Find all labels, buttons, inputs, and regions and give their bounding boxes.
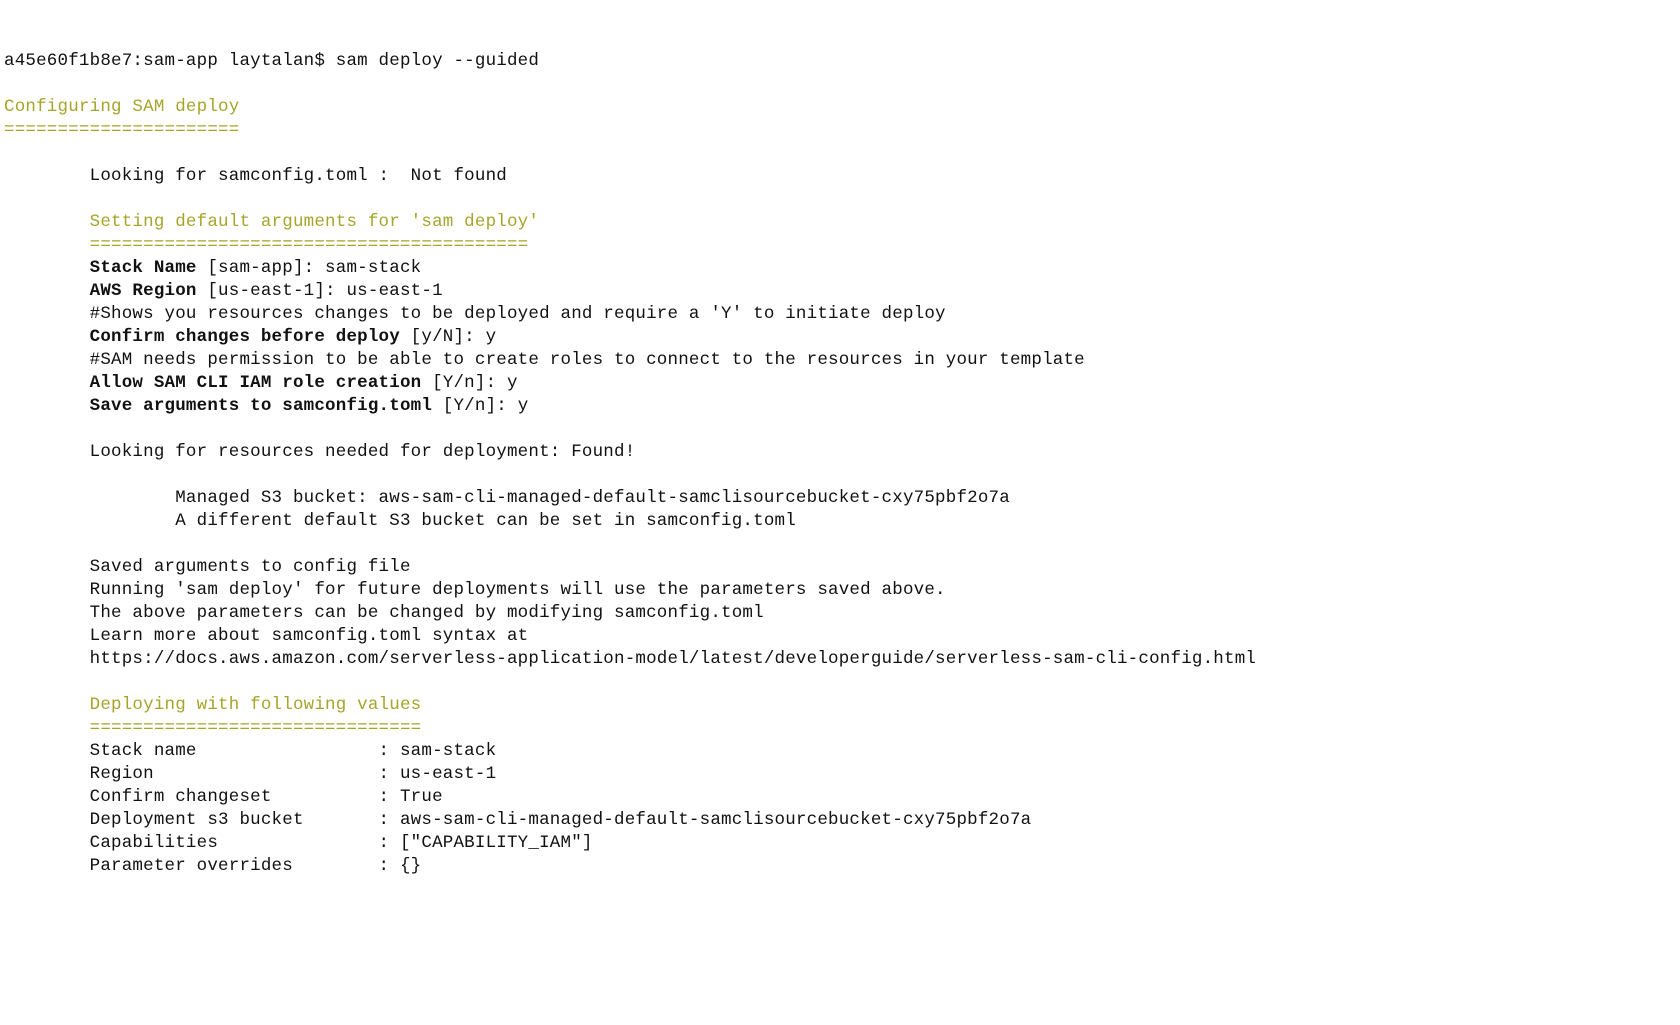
iam-role-label: Allow SAM CLI IAM role creation <box>4 373 421 393</box>
save-args-label: Save arguments to samconfig.toml <box>4 396 432 416</box>
section-header-configuring: Configuring SAM deploy <box>4 97 239 117</box>
docs-url-line: https://docs.aws.amazon.com/serverless-a… <box>4 649 1256 669</box>
section-rule: ====================== <box>4 120 239 140</box>
alt-bucket-line: A different default S3 bucket can be set… <box>4 511 796 531</box>
section-header-deploying: Deploying with following values <box>4 695 421 715</box>
looking-resources-line: Looking for resources needed for deploym… <box>4 442 635 462</box>
managed-bucket-line: Managed S3 bucket: aws-sam-cli-managed-d… <box>4 488 1010 508</box>
section-rule: =============================== <box>4 718 421 738</box>
running-deploy-line: Running 'sam deploy' for future deployme… <box>4 580 946 600</box>
params-changed-line: The above parameters can be changed by m… <box>4 603 764 623</box>
confirm-comment: #Shows you resources changes to be deplo… <box>4 304 946 324</box>
deploy-bucket-line: Deployment s3 bucket : aws-sam-cli-manag… <box>4 810 1031 830</box>
deploy-caps-line: Capabilities : ["CAPABILITY_IAM"] <box>4 833 593 853</box>
stack-name-label: Stack Name <box>4 258 197 278</box>
confirm-changes-value: [y/N]: y <box>400 327 496 347</box>
section-header-defaults: Setting default arguments for 'sam deplo… <box>4 212 539 232</box>
iam-role-value: [Y/n]: y <box>421 373 517 393</box>
looking-config-line: Looking for samconfig.toml : Not found <box>4 166 507 186</box>
saved-args-line: Saved arguments to config file <box>4 557 411 577</box>
section-rule: ========================================… <box>4 235 528 255</box>
deploy-region-line: Region : us-east-1 <box>4 764 496 784</box>
terminal-prompt: a45e60f1b8e7:sam-app laytalan$ sam deplo… <box>4 51 539 71</box>
deploy-stack-line: Stack name : sam-stack <box>4 741 496 761</box>
stack-name-value: [sam-app]: sam-stack <box>197 258 422 278</box>
confirm-changes-label: Confirm changes before deploy <box>4 327 400 347</box>
deploy-confirm-line: Confirm changeset : True <box>4 787 443 807</box>
iam-comment: #SAM needs permission to be able to crea… <box>4 350 1085 370</box>
deploy-params-line: Parameter overrides : {} <box>4 856 421 876</box>
save-args-value: [Y/n]: y <box>432 396 528 416</box>
learn-more-line: Learn more about samconfig.toml syntax a… <box>4 626 528 646</box>
aws-region-label: AWS Region <box>4 281 197 301</box>
aws-region-value: [us-east-1]: us-east-1 <box>197 281 443 301</box>
